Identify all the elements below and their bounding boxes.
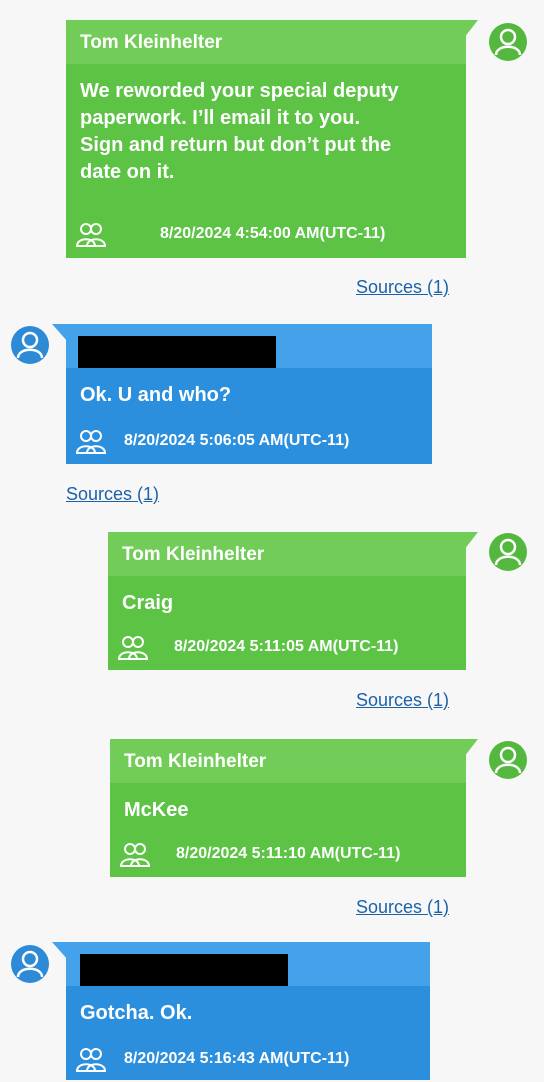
sources-link[interactable]: Sources (1) bbox=[356, 897, 449, 918]
message-bubble-outgoing: Tom Kleinhelter We reworded your special… bbox=[66, 20, 478, 258]
message-timestamp: 8/20/2024 5:11:10 AM(UTC-11) bbox=[176, 845, 401, 862]
message-bubble-incoming: Gotcha. Ok. 8/20/2024 5:16:43 AM(UTC-11) bbox=[52, 942, 430, 1080]
message-text: Gotcha. Ok. bbox=[80, 1002, 193, 1024]
sources-link[interactable]: Sources (1) bbox=[66, 484, 159, 505]
bubble-tail bbox=[464, 20, 478, 38]
message-meta: 8/20/2024 5:16:43 AM(UTC-11) bbox=[76, 1045, 420, 1073]
sources-link[interactable]: Sources (1) bbox=[356, 277, 449, 298]
redacted-sender-name bbox=[80, 954, 288, 986]
user-avatar-icon bbox=[11, 326, 49, 364]
message-bubble-outgoing: Tom Kleinhelter McKee 8/20/2024 5:11:10 … bbox=[110, 739, 478, 877]
message-bubble-outgoing: Tom Kleinhelter Craig 8/20/2024 5:11:05 … bbox=[108, 532, 478, 670]
message-meta: 8/20/2024 5:11:05 AM(UTC-11) bbox=[118, 633, 456, 661]
message-meta: 8/20/2024 5:06:05 AM(UTC-11) bbox=[76, 427, 422, 455]
message-meta: 8/20/2024 4:54:00 AM(UTC-11) bbox=[76, 220, 456, 248]
message-text: McKee bbox=[124, 799, 189, 821]
redacted-sender-name bbox=[78, 336, 276, 368]
participants-icon bbox=[120, 843, 150, 867]
sender-name: Tom Kleinhelter bbox=[124, 751, 267, 772]
sender-name: Tom Kleinhelter bbox=[122, 544, 265, 565]
bubble-tail bbox=[52, 942, 68, 960]
user-avatar-icon bbox=[489, 23, 527, 61]
message-meta: 8/20/2024 5:11:10 AM(UTC-11) bbox=[120, 840, 456, 868]
user-avatar-icon bbox=[489, 741, 527, 779]
message-text: Craig bbox=[122, 592, 174, 614]
message-bubble-incoming: Ok. U and who? 8/20/2024 5:06:05 AM(UTC-… bbox=[52, 324, 432, 464]
participants-icon bbox=[118, 636, 148, 660]
sender-name: Tom Kleinhelter bbox=[80, 32, 223, 53]
message-timestamp: 8/20/2024 5:11:05 AM(UTC-11) bbox=[174, 638, 399, 655]
message-header: Tom Kleinhelter bbox=[110, 739, 466, 783]
bubble-tail bbox=[464, 532, 478, 550]
message-text: We reworded your special deputy paperwor… bbox=[80, 80, 399, 183]
participants-icon bbox=[76, 430, 106, 454]
user-avatar-icon bbox=[489, 533, 527, 571]
message-timestamp: 8/20/2024 5:16:43 AM(UTC-11) bbox=[124, 1050, 350, 1067]
message-text: Ok. U and who? bbox=[80, 384, 232, 406]
user-avatar-icon bbox=[11, 945, 49, 983]
message-timestamp: 8/20/2024 5:06:05 AM(UTC-11) bbox=[124, 432, 350, 449]
bubble-tail bbox=[464, 739, 478, 757]
message-header: Tom Kleinhelter bbox=[66, 20, 466, 64]
message-header: Tom Kleinhelter bbox=[108, 532, 466, 576]
participants-icon bbox=[76, 223, 106, 247]
message-timestamp: 8/20/2024 4:54:00 AM(UTC-11) bbox=[160, 225, 386, 242]
bubble-tail bbox=[52, 324, 68, 342]
participants-icon bbox=[76, 1048, 106, 1072]
sources-link[interactable]: Sources (1) bbox=[356, 690, 449, 711]
